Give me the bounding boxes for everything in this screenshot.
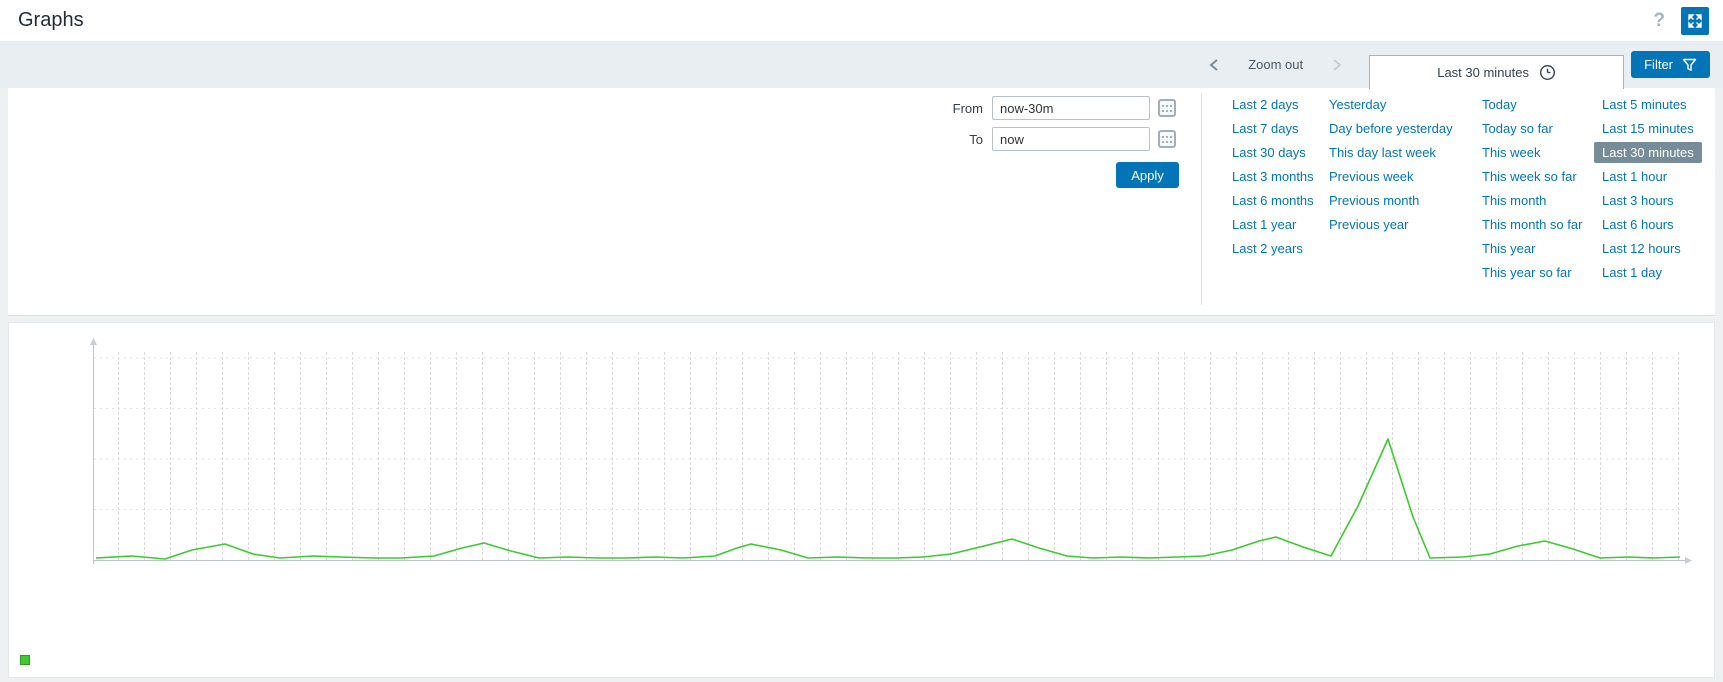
quick-range-column-2: Yesterday Day before yesterday This day la… — [1321, 94, 1461, 238]
quick-range-item[interactable]: Last 7 days — [1224, 118, 1307, 139]
time-range-tab[interactable]: Last 30 minutes — [1369, 55, 1625, 89]
to-input[interactable] — [992, 127, 1150, 151]
horizontal-gridlines — [94, 357, 1683, 510]
time-range-form: From To — [938, 96, 1178, 158]
quick-range-item[interactable]: This month — [1474, 190, 1554, 211]
quick-range-item[interactable]: Last 5 minutes — [1594, 94, 1695, 115]
zoom-out-button[interactable]: Zoom out — [1248, 57, 1303, 72]
help-icon[interactable]: ? — [1653, 10, 1665, 32]
quick-range-column-3: Today Today so far This week This week so f… — [1474, 94, 1590, 286]
page-title: Graphs — [18, 9, 84, 31]
filter-button-label: Filter — [1644, 57, 1673, 72]
quick-range-item[interactable]: This year so far — [1474, 262, 1580, 283]
from-calendar-button[interactable] — [1156, 97, 1178, 119]
clock-icon — [1539, 64, 1556, 81]
quick-range-item[interactable]: Today so far — [1474, 118, 1561, 139]
x-axis-arrow-icon — [1685, 557, 1692, 564]
quick-range-item[interactable]: This year — [1474, 238, 1543, 259]
quick-range-item[interactable]: Last 15 minutes — [1594, 118, 1702, 139]
quick-range-item[interactable]: Last 3 months — [1224, 166, 1322, 187]
to-label: To — [969, 131, 983, 147]
fullscreen-button[interactable] — [1681, 6, 1709, 35]
quick-range-item[interactable]: Last 6 hours — [1594, 214, 1682, 235]
legend-swatch — [20, 655, 30, 665]
quick-range-item[interactable]: Last 1 hour — [1594, 166, 1675, 187]
from-row: From — [938, 96, 1178, 120]
quick-range-item[interactable]: Previous month — [1321, 190, 1427, 211]
quick-range-column-1: Last 2 days Last 7 days Last 30 days Last 3… — [1224, 94, 1322, 262]
quick-range-item[interactable]: This week so far — [1474, 166, 1585, 187]
apply-button[interactable]: Apply — [1116, 162, 1179, 188]
quick-range-item[interactable]: Last 2 years — [1224, 238, 1311, 259]
to-row: To — [938, 127, 1178, 151]
quick-range-item[interactable]: Last 30 minutes — [1594, 142, 1702, 163]
quick-range-item[interactable]: Day before yesterday — [1321, 118, 1461, 139]
quick-range-item[interactable]: Yesterday — [1321, 94, 1394, 115]
series-line — [95, 438, 1681, 560]
y-axis-arrow-icon — [90, 338, 97, 345]
chart-axes — [90, 338, 1692, 564]
quick-range-item[interactable]: Last 2 days — [1224, 94, 1307, 115]
quick-range-item[interactable]: Last 12 hours — [1594, 238, 1689, 259]
quick-range-item[interactable]: Previous week — [1321, 166, 1422, 187]
quick-range-item[interactable]: Last 1 day — [1594, 262, 1670, 283]
from-input[interactable] — [992, 96, 1150, 120]
quick-range-column-4: Last 5 minutes Last 15 minutes Last 30 min… — [1594, 94, 1702, 286]
quick-range-item[interactable]: This week — [1474, 142, 1549, 163]
time-back-button[interactable] — [1198, 58, 1230, 72]
quick-range-item[interactable]: Last 30 days — [1224, 142, 1314, 163]
calendar-icon — [1158, 130, 1176, 148]
from-label: From — [952, 100, 983, 116]
quick-range-item[interactable]: Previous year — [1321, 214, 1416, 235]
graph-canvas[interactable] — [85, 338, 1693, 570]
filter-button[interactable]: Filter — [1631, 51, 1710, 78]
panel-divider — [1201, 94, 1202, 305]
time-forward-button[interactable] — [1321, 58, 1353, 72]
calendar-icon — [1158, 99, 1176, 117]
chevron-right-icon — [1331, 58, 1343, 72]
quick-range-item[interactable]: This month so far — [1474, 214, 1590, 235]
quick-range-item[interactable]: Today — [1474, 94, 1525, 115]
time-range-tab-label: Last 30 minutes — [1437, 65, 1529, 80]
quick-range-item[interactable]: Last 6 months — [1224, 190, 1322, 211]
to-calendar-button[interactable] — [1156, 128, 1178, 150]
graph-panel — [8, 322, 1715, 678]
time-range-panel: From To Apply Last 2 daysLast 7 daysLast… — [8, 88, 1715, 316]
quick-range-item[interactable]: Last 3 hours — [1594, 190, 1682, 211]
quick-range-item[interactable]: This day last week — [1321, 142, 1444, 163]
filter-bar: Zoom out Last 30 minutes Filter — [0, 41, 1723, 89]
quick-range-item[interactable]: Last 1 year — [1224, 214, 1304, 235]
chevron-left-icon — [1208, 58, 1220, 72]
funnel-icon — [1682, 58, 1697, 72]
title-bar: Graphs ? — [0, 0, 1723, 41]
fullscreen-icon — [1687, 13, 1703, 29]
